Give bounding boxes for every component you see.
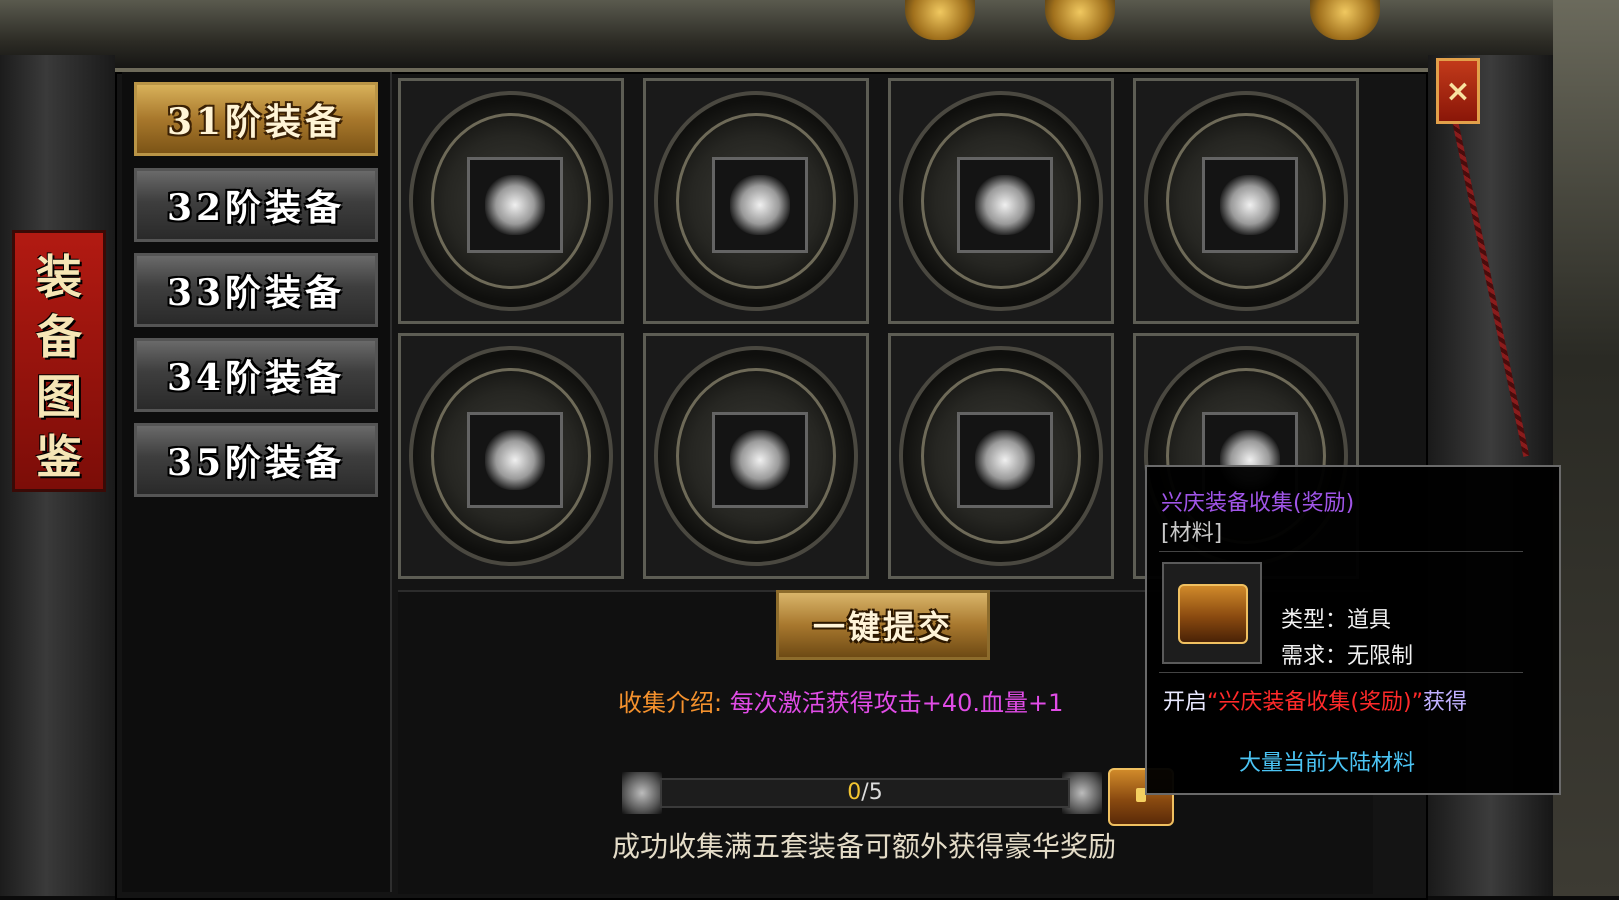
submit-label: 一键提交 bbox=[812, 608, 953, 646]
tab-tier-35[interactable]: 35阶装备 bbox=[134, 423, 378, 497]
equipment-slot[interactable] bbox=[643, 333, 869, 579]
tab-label: 31阶装备 bbox=[166, 101, 346, 143]
tab-label: 33阶装备 bbox=[166, 272, 346, 314]
helmet-item-icon[interactable] bbox=[957, 157, 1053, 253]
divider bbox=[1159, 551, 1523, 552]
collection-intro: 收集介绍: 每次激活获得攻击+40.血量+1 bbox=[618, 683, 1063, 718]
title-char: 鉴 bbox=[36, 430, 82, 484]
progress-total: /5 bbox=[861, 780, 883, 805]
divider bbox=[1159, 672, 1523, 673]
item-tooltip: 兴庆装备收集(奖励) [材料] 类型：道具 需求：无限制 开启“兴庆装备收集(奖… bbox=[1145, 465, 1561, 795]
belt-item-icon[interactable] bbox=[957, 412, 1053, 508]
tab-tier-32[interactable]: 32阶装备 bbox=[134, 168, 378, 242]
open-item-name: “兴庆装备收集(奖励)” bbox=[1207, 690, 1423, 715]
title-char: 装 bbox=[36, 250, 82, 304]
tooltip-type: 类型：道具 bbox=[1281, 608, 1392, 633]
ring-item-icon[interactable] bbox=[712, 412, 808, 508]
close-icon: × bbox=[1445, 73, 1471, 109]
title-char: 图 bbox=[36, 370, 82, 424]
tab-tier-33[interactable]: 33阶装备 bbox=[134, 253, 378, 327]
tooltip-requirement: 需求：无限制 bbox=[1281, 644, 1414, 669]
tooltip-subtitle: [材料] bbox=[1161, 521, 1223, 546]
tier-tab-list: 31阶装备 32阶装备 33阶装备 34阶装备 35阶装备 bbox=[122, 72, 392, 892]
treasure-chest-icon bbox=[1178, 584, 1248, 644]
tab-tier-34[interactable]: 34阶装备 bbox=[134, 338, 378, 412]
equipment-slot[interactable] bbox=[1133, 78, 1359, 324]
gloves-item-icon[interactable] bbox=[467, 412, 563, 508]
tab-label: 34阶装备 bbox=[166, 357, 346, 399]
progress-left-ornament-icon bbox=[622, 772, 662, 814]
submit-all-button[interactable]: 一键提交 bbox=[776, 590, 990, 660]
title-char: 备 bbox=[36, 310, 82, 364]
tooltip-open-line: 开启“兴庆装备收集(奖励)”获得 bbox=[1163, 684, 1467, 716]
progress-current: 0 bbox=[847, 780, 862, 805]
tooltip-item-slot bbox=[1162, 562, 1262, 664]
world-edge-backdrop bbox=[1553, 0, 1619, 896]
tooltip-footer: 大量当前大陆材料 bbox=[1238, 751, 1415, 776]
panel-title-banner: 装 备 图 鉴 bbox=[12, 230, 106, 492]
close-button[interactable]: × bbox=[1436, 58, 1480, 124]
intro-value: 每次激活获得攻击+40.血量+1 bbox=[729, 689, 1064, 717]
progress-text: 0/5 bbox=[660, 778, 1070, 808]
equipment-slot[interactable] bbox=[398, 333, 624, 579]
tooltip-title: 兴庆装备收集(奖励) bbox=[1161, 491, 1355, 516]
sword-item-icon[interactable] bbox=[467, 157, 563, 253]
tab-tier-31[interactable]: 31阶装备 bbox=[134, 82, 378, 156]
equipment-slot[interactable] bbox=[398, 78, 624, 324]
intro-label: 收集介绍: bbox=[618, 689, 723, 717]
tab-label: 32阶装备 bbox=[166, 187, 346, 229]
equipment-slot[interactable] bbox=[643, 78, 869, 324]
tab-label: 35阶装备 bbox=[166, 442, 346, 484]
equipment-slot[interactable] bbox=[888, 333, 1114, 579]
necklace-item-icon[interactable] bbox=[1202, 157, 1298, 253]
bonus-reward-note: 成功收集满五套装备可额外获得豪华奖励 bbox=[612, 830, 1117, 863]
open-suffix: 获得 bbox=[1422, 690, 1467, 715]
open-prefix: 开启 bbox=[1163, 690, 1208, 715]
equipment-slot[interactable] bbox=[888, 78, 1114, 324]
armor-item-icon[interactable] bbox=[712, 157, 808, 253]
